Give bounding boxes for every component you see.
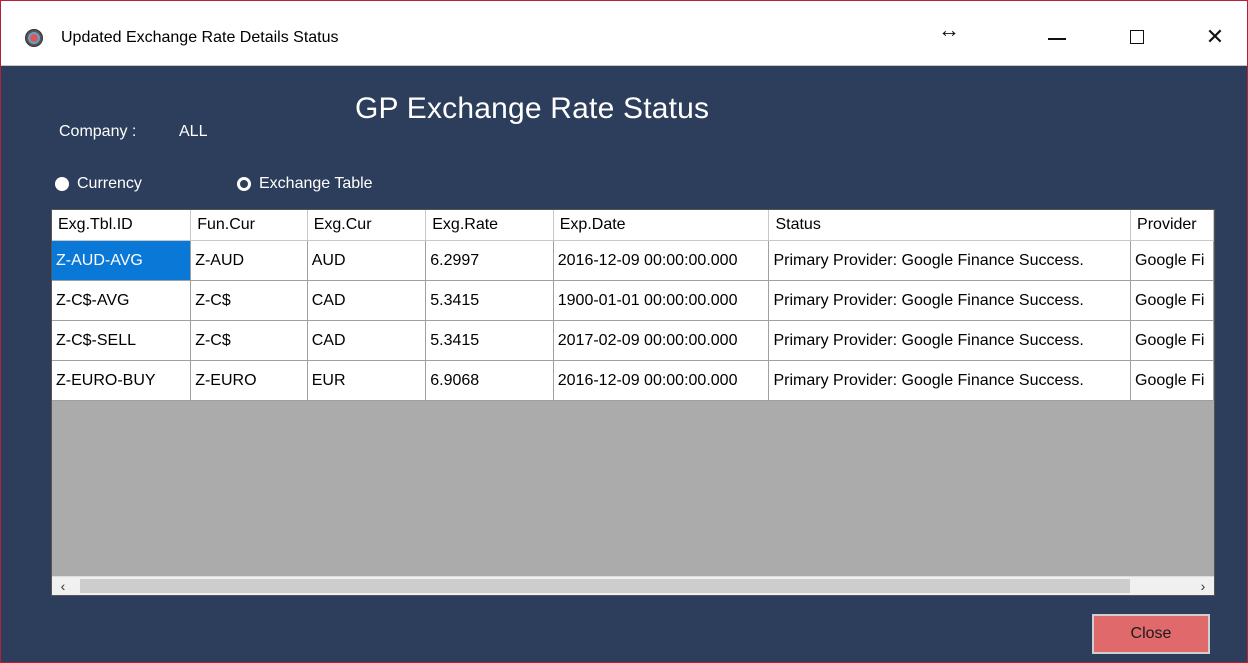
table-cell[interactable]: Google Fi <box>1130 320 1214 361</box>
table-cell[interactable]: 6.2997 <box>425 240 554 281</box>
table-cell[interactable]: CAD <box>307 280 427 321</box>
horizontal-scrollbar[interactable]: ‹ › <box>52 576 1214 595</box>
scroll-right-icon[interactable]: › <box>1192 577 1214 595</box>
column-header[interactable]: Provider <box>1130 210 1214 241</box>
app-icon <box>25 29 43 47</box>
scroll-left-icon[interactable]: ‹ <box>52 577 74 595</box>
close-button[interactable]: Close <box>1092 614 1210 654</box>
scroll-thumb[interactable] <box>80 579 1130 593</box>
table-row[interactable]: Z-EURO-BUY Z-EURO EUR 6.9068 2016-12-09 … <box>52 360 1214 401</box>
exchange-rate-grid[interactable]: Exg.Tbl.ID Fun.Cur Exg.Cur Exg.Rate Exp.… <box>51 209 1215 596</box>
table-cell[interactable]: Z-C$-AVG <box>52 280 192 321</box>
table-cell[interactable]: Google Fi <box>1130 360 1214 401</box>
column-header[interactable]: Exg.Rate <box>425 210 554 241</box>
exchange-table-radio[interactable]: Exchange Table <box>237 175 373 193</box>
radio-selected-icon <box>55 177 69 191</box>
table-cell[interactable]: 1900-01-01 00:00:00.000 <box>553 280 770 321</box>
table-cell[interactable]: Primary Provider: Google Finance Success… <box>768 320 1132 361</box>
minimize-button[interactable] <box>1027 15 1087 59</box>
maximize-icon <box>1130 30 1144 44</box>
table-cell[interactable]: 2016-12-09 00:00:00.000 <box>553 240 770 281</box>
window-close-button[interactable]: ✕ <box>1185 15 1245 59</box>
table-cell[interactable]: Primary Provider: Google Finance Success… <box>768 280 1132 321</box>
table-cell[interactable]: Google Fi <box>1130 280 1214 321</box>
table-cell[interactable]: 2017-02-09 00:00:00.000 <box>553 320 770 361</box>
table-cell[interactable]: Primary Provider: Google Finance Success… <box>768 360 1132 401</box>
table-cell[interactable]: EUR <box>307 360 427 401</box>
exchange-table-radio-label: Exchange Table <box>259 175 373 192</box>
exchange-rate-table: Exg.Tbl.ID Fun.Cur Exg.Cur Exg.Rate Exp.… <box>52 210 1214 401</box>
column-header[interactable]: Exg.Cur <box>307 210 427 241</box>
table-cell[interactable]: 2016-12-09 00:00:00.000 <box>553 360 770 401</box>
table-cell[interactable]: AUD <box>307 240 427 281</box>
maximize-button[interactable] <box>1107 15 1167 59</box>
app-window: Updated Exchange Rate Details Status ↔ ✕… <box>0 0 1248 663</box>
resize-icon: ↔ <box>938 17 960 42</box>
table-cell[interactable]: Primary Provider: Google Finance Success… <box>768 240 1132 281</box>
column-header[interactable]: Status <box>768 210 1132 241</box>
minimize-icon <box>1048 38 1066 40</box>
table-cell[interactable]: Z-C$ <box>190 280 308 321</box>
table-cell[interactable]: 5.3415 <box>425 320 554 361</box>
currency-radio[interactable]: Currency <box>55 175 142 193</box>
table-cell[interactable]: Z-AUD <box>190 240 308 281</box>
table-cell[interactable]: Z-C$ <box>190 320 308 361</box>
table-row[interactable]: Z-AUD-AVG Z-AUD AUD 6.2997 2016-12-09 00… <box>52 240 1214 281</box>
radio-unselected-icon <box>237 177 251 191</box>
table-cell[interactable]: Z-C$-SELL <box>52 320 192 361</box>
window-title: Updated Exchange Rate Details Status <box>61 29 339 46</box>
company-value: ALL <box>179 123 208 140</box>
table-header-row: Exg.Tbl.ID Fun.Cur Exg.Cur Exg.Rate Exp.… <box>52 210 1214 241</box>
table-cell[interactable]: Z-EURO <box>190 360 308 401</box>
table-cell[interactable]: Z-AUD-AVG <box>52 240 192 281</box>
table-cell[interactable]: 6.9068 <box>425 360 554 401</box>
title-bar[interactable]: Updated Exchange Rate Details Status ↔ ✕ <box>1 0 1247 66</box>
table-cell[interactable]: 5.3415 <box>425 280 554 321</box>
table-row[interactable]: Z-C$-SELL Z-C$ CAD 5.3415 2017-02-09 00:… <box>52 320 1214 361</box>
column-header[interactable]: Exp.Date <box>553 210 770 241</box>
page-title: GP Exchange Rate Status <box>355 92 710 125</box>
table-cell[interactable]: CAD <box>307 320 427 361</box>
table-row[interactable]: Z-C$-AVG Z-C$ CAD 5.3415 1900-01-01 00:0… <box>52 280 1214 321</box>
currency-radio-label: Currency <box>77 175 142 192</box>
table-cell[interactable]: Z-EURO-BUY <box>52 360 192 401</box>
table-cell[interactable]: Google Fi <box>1130 240 1214 281</box>
company-label: Company : <box>59 123 137 140</box>
column-header[interactable]: Exg.Tbl.ID <box>52 210 192 241</box>
column-header[interactable]: Fun.Cur <box>190 210 308 241</box>
